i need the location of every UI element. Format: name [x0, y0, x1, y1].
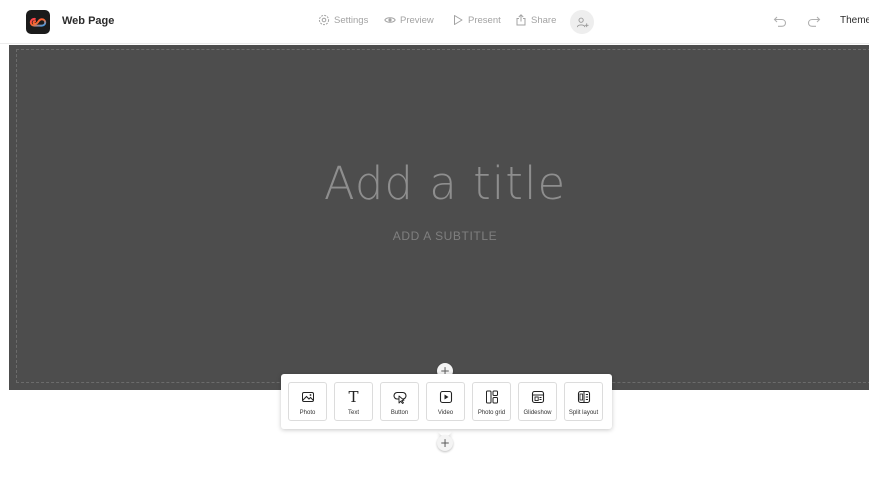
block-photo-button[interactable]: Photo — [288, 382, 327, 421]
hero-outline — [16, 49, 869, 383]
button-icon — [392, 391, 407, 404]
block-photo-label: Photo — [299, 410, 316, 416]
block-glideshow-label: Glideshow — [523, 410, 552, 416]
preview-label: Preview — [400, 14, 434, 26]
text-icon: T — [348, 388, 359, 406]
preview-button[interactable]: Preview — [384, 14, 434, 26]
photo-grid-icon — [485, 390, 498, 404]
block-split-layout-label: Split layout — [568, 410, 599, 416]
hero-section[interactable] — [9, 45, 869, 390]
block-glideshow-button[interactable]: Glideshow — [518, 382, 557, 421]
add-person-icon — [576, 17, 589, 27]
eye-icon — [384, 17, 396, 23]
hero-title[interactable]: Add a title — [0, 157, 869, 210]
add-block-below-button[interactable]: + — [437, 435, 453, 451]
block-split-layout-button[interactable]: Split layout — [564, 382, 603, 421]
undo-icon[interactable] — [773, 14, 787, 28]
top-bar: Web Page Settings Preview Present Share — [0, 0, 869, 44]
settings-label: Settings — [334, 14, 369, 26]
creative-cloud-logo[interactable] — [26, 10, 50, 34]
themes-button[interactable]: Themes — [840, 15, 869, 26]
share-icon — [516, 14, 526, 26]
hero-subtitle[interactable]: ADD A SUBTITLE — [0, 229, 869, 243]
share-label: Share — [531, 14, 557, 26]
block-button-label: Button — [390, 410, 409, 416]
share-button[interactable]: Share — [515, 14, 556, 26]
block-text-label: Text — [347, 410, 359, 416]
block-photo-grid-button[interactable]: Photo grid — [472, 382, 511, 421]
block-text-button[interactable]: T Text — [334, 382, 373, 421]
settings-button[interactable]: Settings — [318, 14, 368, 26]
glideshow-icon — [531, 390, 544, 404]
split-layout-icon — [577, 390, 590, 404]
creative-cloud-icon — [29, 17, 47, 27]
invite-button[interactable] — [570, 10, 594, 34]
block-picker: Photo T Text Button Video Photo grid Gli… — [281, 374, 612, 429]
block-video-label: Video — [437, 410, 454, 416]
block-button-button[interactable]: Button — [380, 382, 419, 421]
document-title[interactable]: Web Page — [62, 15, 114, 27]
block-photo-grid-label: Photo grid — [477, 410, 506, 416]
block-video-button[interactable]: Video — [426, 382, 465, 421]
video-icon — [439, 390, 452, 404]
play-icon — [454, 15, 463, 25]
gear-icon — [318, 14, 330, 26]
present-label: Present — [468, 14, 501, 26]
image-icon — [301, 392, 314, 402]
redo-icon[interactable] — [807, 14, 821, 28]
present-button[interactable]: Present — [452, 14, 501, 26]
